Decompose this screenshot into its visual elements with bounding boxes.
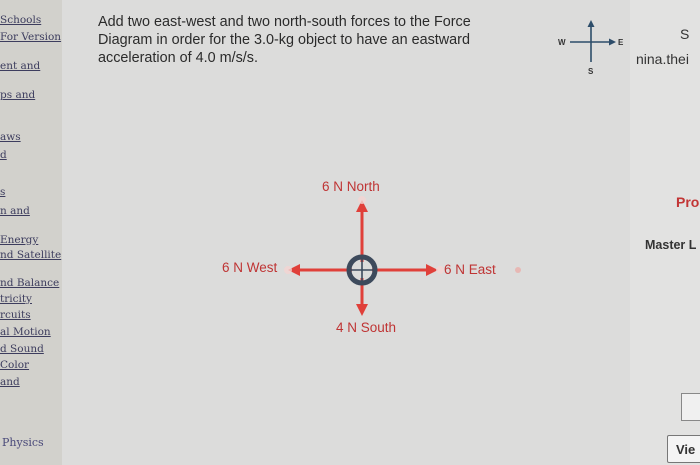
west-force-label: 6 N West: [222, 260, 278, 275]
sidebar-link[interactable]: Energy: [0, 234, 38, 246]
sidebar-link[interactable]: nd Satellite: [0, 249, 61, 261]
right-panel-s: S: [680, 26, 690, 42]
west-force-arrow[interactable]: [284, 264, 352, 276]
sidebar-link[interactable]: Schools: [0, 14, 41, 26]
answer-box[interactable]: [681, 393, 700, 421]
pro-label: Pro: [676, 194, 700, 210]
sidebar-link[interactable]: and: [0, 376, 20, 388]
object-target-icon: [346, 254, 378, 286]
right-panel: S nina.thei Pro Master L Vie: [630, 0, 700, 465]
view-button[interactable]: Vie: [667, 435, 700, 463]
sidebar-link[interactable]: aws: [0, 131, 21, 143]
sidebar-link[interactable]: d: [0, 149, 7, 161]
east-force-arrow[interactable]: [372, 264, 444, 276]
question-text: Add two east-west and two north-south fo…: [98, 14, 471, 66]
sidebar-link[interactable]: n and: [0, 205, 30, 217]
master-label: Master L: [645, 238, 697, 252]
force-handle-dot[interactable]: [515, 267, 521, 273]
compass-icon: W E S: [558, 20, 624, 76]
south-force-label: 4 N South: [336, 320, 396, 335]
north-force-arrow[interactable]: [356, 196, 368, 262]
north-force-label: 6 N North: [322, 179, 380, 194]
sidebar-link[interactable]: Color: [0, 359, 29, 371]
east-force-label: 6 N East: [444, 262, 496, 277]
compass-west-label: W: [558, 38, 566, 47]
compass-south-label: S: [588, 67, 594, 76]
sidebar-link[interactable]: ent and: [0, 60, 40, 72]
sidebar-link[interactable]: s: [0, 186, 5, 198]
sidebar-link[interactable]: tricity: [0, 293, 32, 305]
username[interactable]: nina.thei: [636, 51, 689, 67]
sidebar: Schools For Version ent and ps and aws d…: [0, 0, 62, 465]
force-diagram: 6 N North 6 N West 6 N East 4 N South: [222, 179, 521, 335]
sidebar-link[interactable]: d Sound: [0, 343, 44, 355]
sidebar-link[interactable]: al Motion: [0, 326, 51, 338]
sidebar-link[interactable]: nd Balance: [0, 277, 59, 289]
sidebar-link[interactable]: For Version: [0, 31, 61, 43]
sidebar-footer[interactable]: Physics: [2, 436, 44, 449]
sidebar-link[interactable]: ps and: [0, 89, 35, 101]
main-content: Add two east-west and two north-south fo…: [62, 0, 630, 465]
compass-east-label: E: [618, 38, 624, 47]
sidebar-link[interactable]: rcuits: [0, 309, 31, 321]
